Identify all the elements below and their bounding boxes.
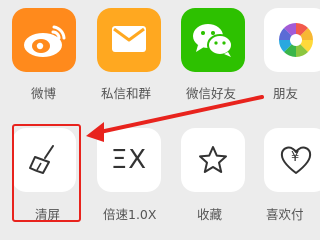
moments-label: 朋友	[273, 86, 299, 101]
yen-glyph: ¥	[291, 150, 300, 165]
private-message-label: 私信和群	[101, 86, 152, 101]
wechat-friend-label: 微信好友	[186, 86, 237, 101]
star-icon	[197, 144, 229, 176]
mail-icon	[110, 24, 148, 56]
favorite-label: 收藏	[197, 207, 223, 222]
wechat-icon	[190, 20, 236, 60]
moments-icon	[276, 20, 316, 60]
clear-screen-highlight-box	[12, 124, 81, 222]
heart-yen-icon: ¥	[279, 144, 313, 176]
wechat-friend-share-button[interactable]	[181, 8, 245, 72]
private-message-share-button[interactable]	[97, 8, 161, 72]
like-pay-button[interactable]: ¥	[264, 128, 320, 192]
speed-icon: ΞX	[110, 145, 148, 175]
favorite-button[interactable]	[181, 128, 245, 192]
like-pay-label: 喜欢付	[266, 207, 304, 222]
playback-speed-label: 倍速1.0X	[103, 207, 157, 222]
moments-share-button[interactable]	[264, 8, 320, 72]
weibo-icon	[21, 21, 67, 59]
weibo-label: 微博	[31, 86, 57, 101]
playback-speed-button[interactable]: ΞX	[97, 128, 161, 192]
weibo-share-button[interactable]	[12, 8, 76, 72]
